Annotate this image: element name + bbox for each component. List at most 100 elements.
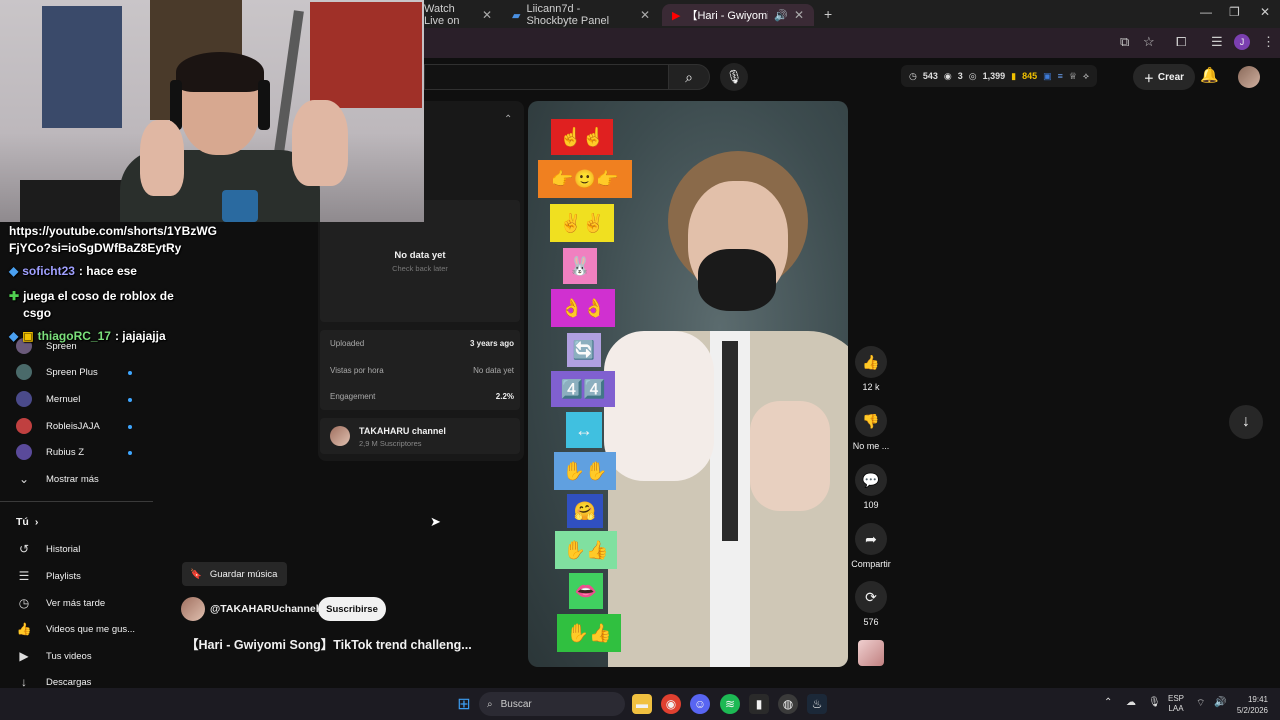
channel-name: TAKAHARU channel xyxy=(359,426,446,436)
arrow-down-icon: ↓ xyxy=(1242,413,1250,430)
detail-value: 3 years ago xyxy=(469,339,514,348)
you-section-header[interactable]: Tú › xyxy=(16,516,38,528)
trophy-icon[interactable]: ♕ xyxy=(1069,71,1077,82)
new-content-dot xyxy=(128,371,132,375)
stat-value: 543 xyxy=(922,71,938,81)
comments-button[interactable]: 💬 xyxy=(855,464,887,496)
chrome-icon[interactable]: ◉ xyxy=(661,694,681,714)
emoji-block: ✋✋ xyxy=(554,452,616,490)
speaker-icon[interactable]: 🔊 xyxy=(774,9,788,22)
tie xyxy=(722,341,738,541)
profile-avatar[interactable]: J xyxy=(1234,34,1250,50)
language-indicator[interactable]: ESP LAA xyxy=(1168,694,1184,714)
check-back-text: Check back later xyxy=(392,264,448,273)
audio-app-icon[interactable]: ▮ xyxy=(749,694,769,714)
volume-icon[interactable]: 🔊 xyxy=(1214,697,1226,708)
tab-watch-live[interactable]: Watch Live on ✕ xyxy=(414,3,502,27)
new-content-dot xyxy=(128,425,132,429)
no-data-text: No data yet xyxy=(394,250,446,261)
detail-value: No data yet xyxy=(473,366,514,375)
reading-list-icon[interactable]: ☰ xyxy=(1211,34,1223,50)
open-hand xyxy=(604,331,714,481)
like-button[interactable]: 👍 xyxy=(855,346,887,378)
channel-avatar[interactable] xyxy=(181,597,205,621)
webcam-overlay xyxy=(0,0,424,222)
chat-message: ✚ juega el coso de roblox de csgo xyxy=(9,288,199,322)
remix-button[interactable]: ⟳ xyxy=(855,581,887,613)
steam-icon[interactable]: ♨ xyxy=(807,694,827,714)
menu-dots-icon[interactable]: ⋮ xyxy=(1262,34,1275,50)
window-close-icon[interactable]: ✕ xyxy=(1260,5,1270,19)
clock[interactable]: 19:41 5/2/2026 xyxy=(1232,694,1268,716)
obs-icon[interactable]: ◍ xyxy=(778,694,798,714)
channel-avatar xyxy=(16,364,32,380)
sidebar-item-watch-later[interactable]: ◷ Ver más tarde xyxy=(16,591,105,615)
sidebar-item-rubius-z[interactable]: Rubius Z xyxy=(16,440,84,464)
bell-icon[interactable]: 🔔 xyxy=(1200,66,1219,84)
detail-row-engagement: Engagement 2.2% xyxy=(330,392,514,401)
close-icon[interactable]: ✕ xyxy=(482,8,492,22)
wifi-icon[interactable]: ⌔ xyxy=(1196,697,1205,710)
chat-text: : jajajajja xyxy=(114,329,166,343)
discord-icon[interactable]: ☺ xyxy=(690,694,710,714)
tab-youtube-active[interactable]: ▶ 【Hari - Gwiyomi Song】TikT 🔊 ✕ xyxy=(662,4,814,26)
comments-count: 109 xyxy=(863,500,879,510)
search-input[interactable] xyxy=(424,64,668,90)
eye-icon: ◎ xyxy=(968,70,977,81)
cast-icon[interactable]: ⧉ xyxy=(1120,34,1129,50)
windows-start-icon[interactable]: ⊞ xyxy=(454,694,474,714)
channel-handle[interactable]: @TAKAHARUchannel xyxy=(210,603,319,615)
next-video-button[interactable]: ↓ xyxy=(1229,405,1263,439)
video-title[interactable]: 【Hari - Gwiyomi Song】TikTok trend challe… xyxy=(186,634,472,653)
close-icon[interactable]: ✕ xyxy=(794,8,804,22)
dislike-button[interactable]: 👎 xyxy=(855,405,887,437)
sidebar-item-playlists[interactable]: ☰ Playlists xyxy=(16,564,81,588)
sidebar-item-label: Playlists xyxy=(46,570,81,582)
tab-shockbyte[interactable]: ▰ Liicann7d - Shockbyte Panel ✕ xyxy=(502,3,660,27)
chevron-up-icon[interactable]: ⌃ xyxy=(1104,697,1112,708)
mic-icon[interactable]: 🎙 xyxy=(1148,697,1161,708)
create-button[interactable]: ＋ Crear xyxy=(1133,64,1195,90)
ext-icon[interactable]: ≡ xyxy=(1058,71,1063,81)
chevron-right-icon: › xyxy=(34,516,39,528)
youtube-icon: ▶ xyxy=(672,9,681,22)
voice-search-button[interactable]: 🎙 xyxy=(720,63,748,91)
restore-icon[interactable]: ❐ xyxy=(1229,5,1240,19)
sidebar-item-label: RobleisJAJA xyxy=(46,420,100,432)
new-tab-button[interactable]: + xyxy=(824,6,832,22)
network-tray-icon[interactable]: ☁ xyxy=(1126,697,1136,708)
face-mask xyxy=(698,249,776,311)
extensions-icon[interactable]: ⧠ xyxy=(1176,34,1186,50)
sidebar-item-spreen-plus[interactable]: Spreen Plus xyxy=(16,360,98,384)
new-content-dot xyxy=(128,451,132,455)
sidebar-item-mernuel[interactable]: Mernuel xyxy=(16,387,80,411)
close-icon[interactable]: ✕ xyxy=(640,8,650,22)
minimize-icon[interactable]: — xyxy=(1200,5,1212,19)
ext-icon[interactable]: ⟡ xyxy=(1083,71,1089,82)
search-icon: ⌕ xyxy=(685,68,693,85)
show-more-button[interactable]: ⌄ Mostrar más xyxy=(16,467,99,491)
extension-stats-bar[interactable]: ◷ 543 ◉ 3 ◎ 1,399 ▮ 845 ▣ ≡ ♕ ⟡ xyxy=(901,65,1097,87)
subscribe-button[interactable]: Suscribirse xyxy=(318,597,386,621)
channel-card[interactable] xyxy=(320,418,520,454)
sidebar-item-your-videos[interactable]: ▶ Tus videos xyxy=(16,644,91,668)
save-music-button[interactable]: 🔖 Guardar música xyxy=(182,562,288,586)
search-button[interactable]: ⌕ xyxy=(668,64,710,90)
sidebar-item-liked-videos[interactable]: 👍 Videos que me gus... xyxy=(16,617,136,641)
share-button[interactable]: ➦ xyxy=(855,523,887,555)
tab-label: Liicann7d - Shockbyte Panel xyxy=(526,3,610,27)
thumbs-up-icon: 👍 xyxy=(16,622,32,636)
sound-thumbnail[interactable] xyxy=(858,640,884,666)
ext-icon[interactable]: ▣ xyxy=(1043,71,1052,82)
clock-icon: ◷ xyxy=(18,596,30,610)
avatar[interactable] xyxy=(1238,66,1260,88)
sidebar-item-label: Ver más tarde xyxy=(46,597,106,609)
file-explorer-icon[interactable]: ▬ xyxy=(632,694,652,714)
bookmark-star-icon[interactable]: ☆ xyxy=(1143,34,1155,50)
taskbar-search[interactable]: ⌕ Buscar xyxy=(479,692,625,716)
chevron-up-icon[interactable]: ⌃ xyxy=(504,114,512,125)
spotify-icon[interactable]: ≋ xyxy=(720,694,740,714)
sidebar-item-robleisjaja[interactable]: RobleisJAJA xyxy=(16,414,100,438)
badge-icon: ✚ xyxy=(9,289,20,303)
sidebar-item-history[interactable]: ↺ Historial xyxy=(16,537,80,561)
